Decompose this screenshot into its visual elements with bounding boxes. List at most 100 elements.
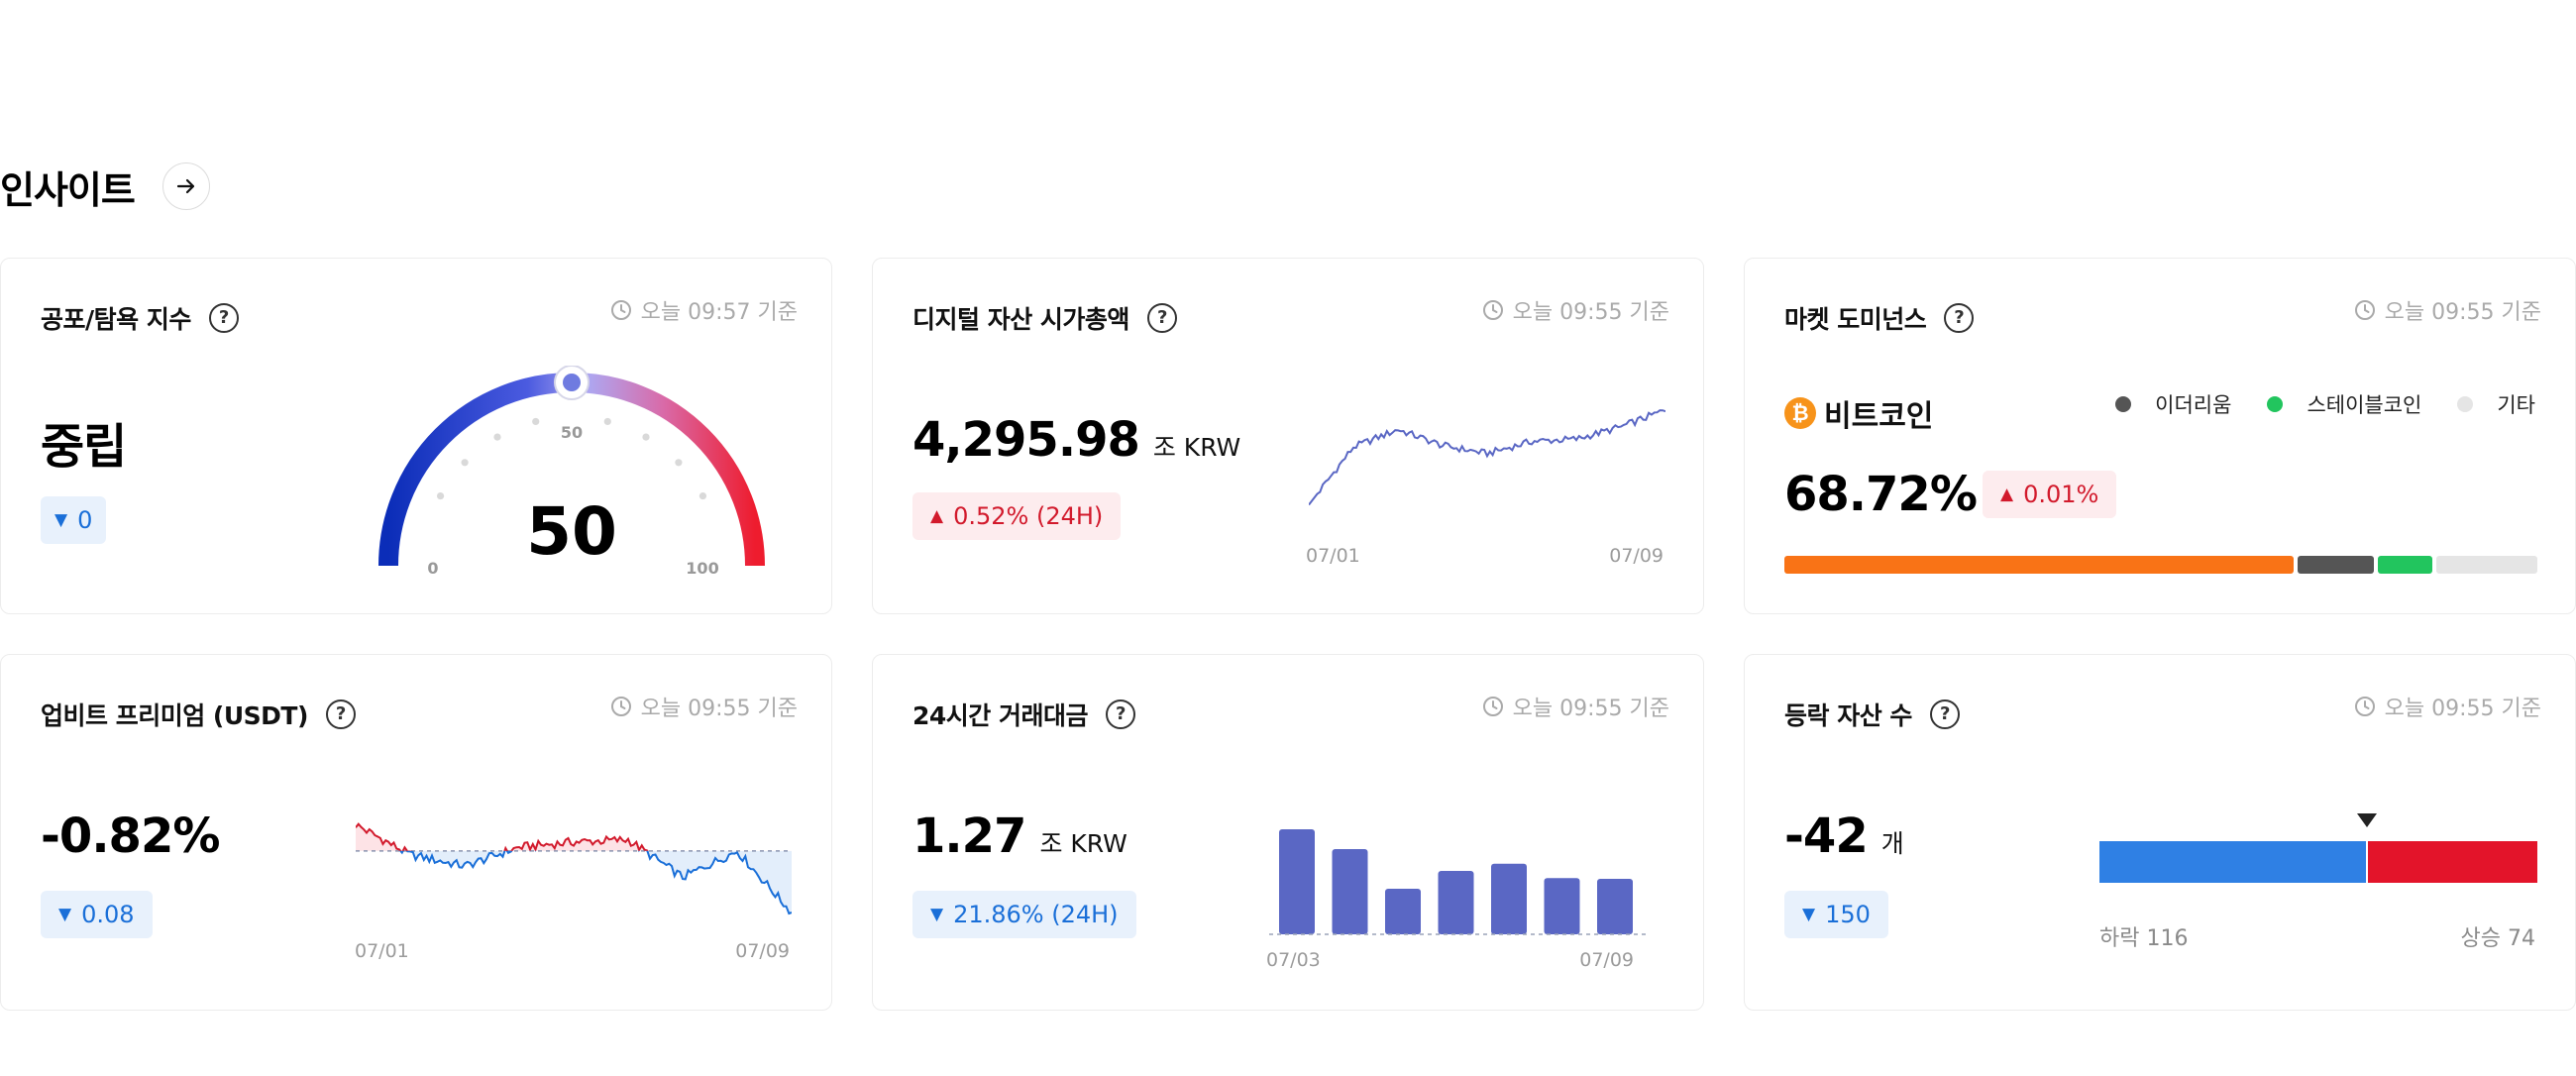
advance-decline-value-row: -42 개 <box>1784 808 1904 864</box>
premium-title: 업비트 프리미엄 (USDT) <box>41 701 308 730</box>
card-title: 디지털 자산 시가총액 ? <box>912 300 1177 336</box>
gauge-max-label: 100 <box>686 559 718 578</box>
coin-name: 비트코인 <box>1824 399 1934 434</box>
change-badge: ▼ 0.08 <box>41 891 153 938</box>
down-triangle-icon: ▼ <box>930 905 944 924</box>
market-cap-value: 4,295.98 <box>912 412 1140 468</box>
dominance-title: 마켓 도미넌스 <box>1784 305 1927 334</box>
dominance-segment <box>2436 556 2538 574</box>
timestamp: 오늘 09:55 기준 <box>1482 691 1669 722</box>
fear-greed-title: 공포/탐욕 지수 <box>41 305 191 334</box>
premium-area-chart <box>356 822 792 915</box>
legend-label: 이더리움 <box>2155 393 2232 417</box>
x-axis-end-label: 07/09 <box>1579 949 1634 971</box>
dominance-segment <box>2298 556 2375 574</box>
change-badge: ▼ 21.86% (24H) <box>912 891 1136 938</box>
clock-icon <box>610 697 631 716</box>
card-title: 마켓 도미넌스 ? <box>1784 300 1975 336</box>
volume-bar <box>1332 849 1368 934</box>
advance-decline-unit: 개 <box>1880 829 1904 858</box>
gauge-tick <box>493 433 501 441</box>
premium-positive-area <box>356 823 792 851</box>
gauge-tick <box>675 459 683 467</box>
dominance-card[interactable]: 마켓 도미넌스 ? 오늘 09:55 기준 ₿ 비트코인 기타 스테이블코인 이더리… <box>1744 258 2576 614</box>
gauge-knob <box>554 366 590 400</box>
help-icon[interactable]: ? <box>1146 303 1177 333</box>
card-title: 등락 자산 수 ? <box>1784 697 1960 732</box>
dominance-value: 68.72% <box>1784 467 1978 522</box>
market-cap-unit: 조 KRW <box>1152 433 1241 462</box>
insights-more-button[interactable] <box>161 162 210 210</box>
help-icon[interactable]: ? <box>1106 699 1135 729</box>
clock-icon <box>610 300 631 320</box>
advance-count-label: 상승 74 <box>2460 926 2535 951</box>
help-icon[interactable]: ? <box>325 699 356 729</box>
market-cap-line-chart <box>1309 409 1665 506</box>
premium-value: -0.82% <box>41 808 220 864</box>
market-cap-card[interactable]: 디지털 자산 시가총액 ? 오늘 09:55 기준 4,295.98 조 KRW… <box>872 258 1704 614</box>
clock-icon <box>1482 300 1503 320</box>
timestamp: 오늘 09:55 기준 <box>2354 691 2541 722</box>
gauge-tick <box>603 417 611 426</box>
clock-icon <box>2354 697 2375 716</box>
help-icon[interactable]: ? <box>1929 699 1960 729</box>
volume-bar <box>1438 871 1474 934</box>
premium-card[interactable]: 업비트 프리미엄 (USDT) ? 오늘 09:55 기준 -0.82% ▼ 0… <box>0 654 832 1011</box>
arrow-right-icon <box>176 178 194 194</box>
x-axis-end-label: 07/09 <box>735 940 790 962</box>
volume-bar <box>1597 879 1633 934</box>
help-icon[interactable]: ? <box>1944 303 1975 333</box>
gauge-tick <box>532 417 540 426</box>
timestamp-text: 오늘 09:55 기준 <box>1512 697 1669 721</box>
timestamp-text: 오늘 09:57 기준 <box>640 300 798 325</box>
insights-header: 인사이트 <box>0 159 210 214</box>
volume-value: 1.27 <box>912 808 1026 864</box>
legend-item: 이더리움 <box>2115 389 2231 419</box>
legend-dot-icon <box>2115 396 2132 412</box>
card-title: 업비트 프리미엄 (USDT) ? <box>41 697 356 732</box>
section-title: 인사이트 <box>0 167 136 212</box>
change-value: 0 <box>77 506 93 534</box>
change-badge: ▲ 0.01% <box>1983 471 2117 518</box>
decline-count-label: 하락 116 <box>2099 926 2189 951</box>
help-icon[interactable]: ? <box>208 303 239 333</box>
premium-line-positive <box>356 822 649 851</box>
change-value: 0.01% <box>2023 481 2099 508</box>
timestamp-text: 오늘 09:55 기준 <box>640 697 798 721</box>
advance-decline-value: -42 <box>1784 808 1869 864</box>
gauge-knob-dot <box>563 374 581 391</box>
x-axis-end-label: 07/09 <box>1609 545 1664 567</box>
fear-greed-card[interactable]: 공포/탐욕 지수 ? 오늘 09:57 기준 중립 ▼ 0 50 0 100 5… <box>0 258 832 614</box>
advance-decline-bar <box>2099 841 2537 883</box>
balance-marker-icon <box>2356 813 2377 827</box>
legend-label: 기타 <box>2497 393 2535 417</box>
change-badge: ▼ 150 <box>1784 891 1888 938</box>
legend-item: 스테이블코인 <box>2267 389 2421 419</box>
gauge-value: 50 <box>526 493 617 570</box>
volume-bar <box>1544 878 1580 934</box>
dominance-segment <box>2378 556 2433 574</box>
timestamp-text: 오늘 09:55 기준 <box>1512 300 1669 325</box>
volume-bar <box>1279 829 1315 934</box>
advance-decline-card[interactable]: 등락 자산 수 ? 오늘 09:55 기준 -42 개 ▼ 150 하락 116… <box>1744 654 2576 1011</box>
market-cap-title: 디지털 자산 시가총액 <box>912 305 1129 334</box>
down-triangle-icon: ▼ <box>58 905 72 924</box>
timestamp: 오늘 09:55 기준 <box>2354 294 2541 326</box>
x-axis-start-label: 07/03 <box>1266 949 1321 971</box>
x-axis-start-label: 07/01 <box>355 940 409 962</box>
timestamp-text: 오늘 09:55 기준 <box>2384 300 2541 325</box>
change-value: 0.52% (24H) <box>953 502 1104 530</box>
change-badge: ▲ 0.52% (24H) <box>912 492 1122 540</box>
gauge-tick <box>698 491 707 500</box>
change-value: 21.86% (24H) <box>953 901 1119 928</box>
svg-text:₿: ₿ <box>1791 401 1808 425</box>
volume-card[interactable]: 24시간 거래대금 ? 오늘 09:55 기준 1.27 조 KRW ▼ 21.… <box>872 654 1704 1011</box>
gauge-tick <box>436 491 445 500</box>
fear-greed-status: 중립 <box>41 419 127 475</box>
timestamp: 오늘 09:55 기준 <box>1482 294 1669 326</box>
legend-dot-icon <box>2457 396 2474 412</box>
up-triangle-icon: ▲ <box>930 506 944 526</box>
clock-icon <box>2354 300 2375 320</box>
gauge-tick <box>461 459 469 467</box>
clock-icon <box>1482 697 1503 716</box>
